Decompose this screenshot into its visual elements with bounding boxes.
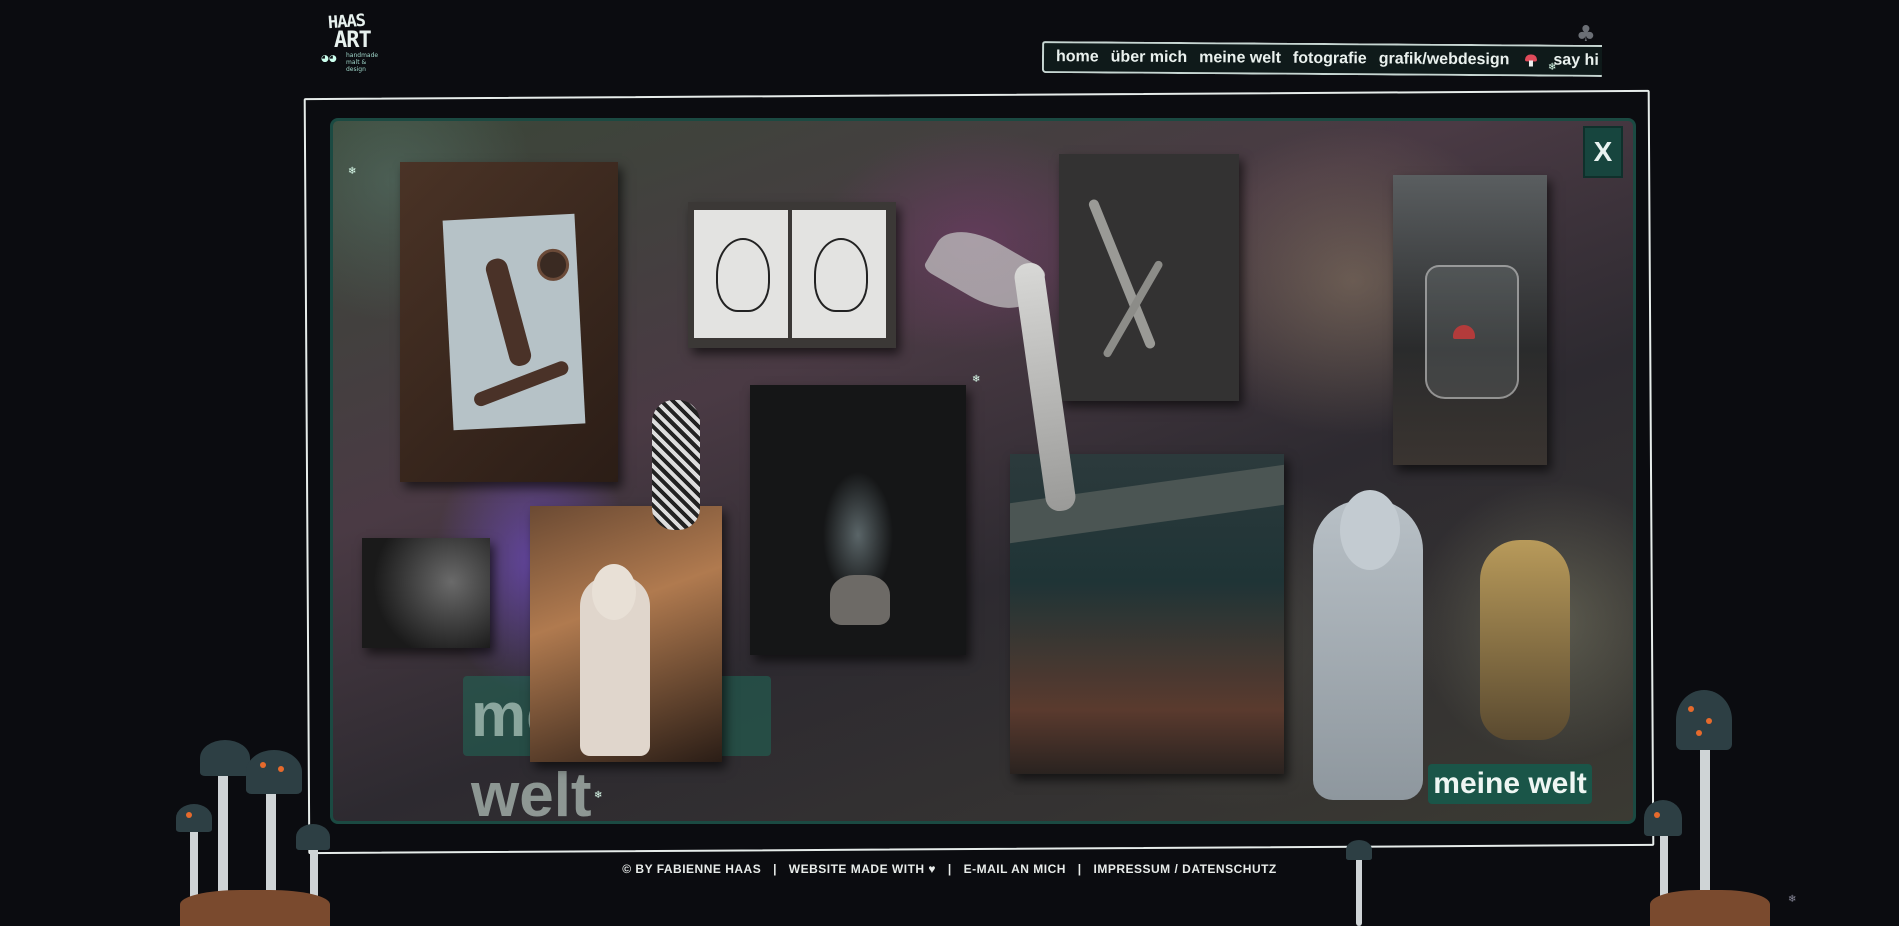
main-nav: home über mich meine welt fotografie gra… <box>1041 41 1603 77</box>
sparkle-icon: ❄ <box>972 374 981 385</box>
footer-made-with: WEBSITE MADE WITH ♥ <box>788 862 937 876</box>
driftwood-nose <box>483 256 534 369</box>
face-canvas <box>442 213 586 431</box>
nav-mushroom-decoration-icon: ♣ <box>1576 22 1596 47</box>
bunny-sketch <box>716 238 770 312</box>
sparkle-icon: ❄ <box>1788 894 1797 905</box>
cutout-sitting-figure[interactable] <box>1480 540 1570 740</box>
nav-item-say-hi[interactable]: say hi <box>1553 52 1598 70</box>
photo-bust-sepia[interactable] <box>530 506 722 762</box>
site-logo[interactable]: HAAS ART ◕◕ handmade malt & design <box>318 10 382 74</box>
photo-driftwood-face[interactable] <box>400 162 618 482</box>
footer-copyright: © BY FABIENNE HAAS <box>622 862 762 876</box>
driftwood-mouth <box>472 359 571 409</box>
footer-email-link[interactable]: E-MAIL AN MICH <box>964 862 1066 876</box>
sketch-page-left <box>694 210 788 338</box>
cutout-bunny-sculpture[interactable] <box>652 400 700 530</box>
sparkle-icon: ❄ <box>348 166 357 177</box>
photo-mushroom-jar[interactable] <box>1393 175 1547 465</box>
mushroom-decoration-left <box>170 700 350 926</box>
nav-item-meine-welt[interactable]: meine welt <box>1199 49 1281 68</box>
logo-text-art: ART <box>334 28 372 53</box>
photo-bw-figure[interactable] <box>362 538 490 648</box>
section-caption: meine welt <box>1428 764 1592 804</box>
sparkle-icon: ❄ <box>1548 62 1557 73</box>
nav-item-home[interactable]: home <box>1056 48 1099 66</box>
mushroom-icon <box>1525 54 1537 66</box>
close-button[interactable]: X <box>1583 126 1623 178</box>
photo-bunny-sketchbook[interactable] <box>688 202 896 348</box>
nav-item-fotografie[interactable]: fotografie <box>1293 50 1367 69</box>
logo-tagline: handmade malt & design <box>346 52 379 73</box>
photo-incense-smoke[interactable] <box>750 385 966 655</box>
incense-rock <box>830 575 890 625</box>
site-footer: © BY FABIENNE HAAS | WEBSITE MADE WITH ♥… <box>0 862 1899 876</box>
nav-item-ueber-mich[interactable]: über mich <box>1111 49 1188 68</box>
driftwood-eye <box>536 248 570 282</box>
nav-item-grafik-webdesign[interactable]: grafik/webdesign <box>1379 50 1510 69</box>
footer-separator: | <box>947 862 952 876</box>
mushroom-decoration-right <box>1640 670 1780 926</box>
small-mushroom-cap <box>1346 840 1372 860</box>
photo-dancing-figure[interactable] <box>1059 154 1239 401</box>
sketch-page-right <box>792 210 886 338</box>
footer-separator: | <box>1077 862 1082 876</box>
sparkle-icon: ❄ <box>594 790 603 801</box>
bunny-sketch <box>814 238 868 312</box>
logo-eyes-icon: ◕◕ <box>321 54 337 64</box>
bust-head <box>592 564 636 620</box>
footer-separator: | <box>773 862 777 876</box>
footer-impressum-link[interactable]: IMPRESSUM / DATENSCHUTZ <box>1093 862 1276 876</box>
cutout-bust-head <box>1340 490 1400 570</box>
